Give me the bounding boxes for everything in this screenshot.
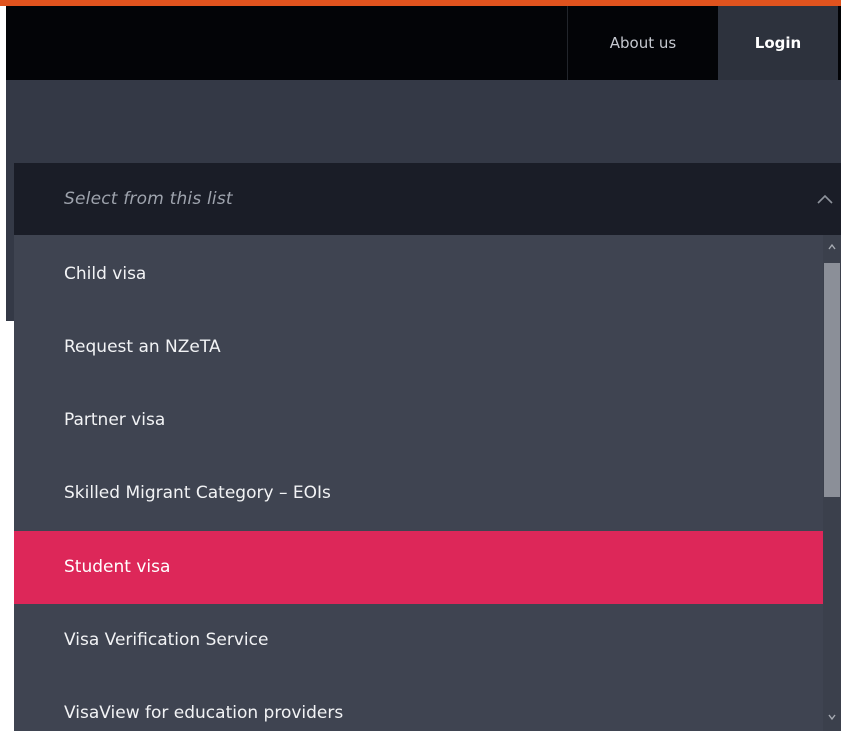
option-student-visa[interactable]: Student visa: [14, 531, 823, 604]
option-visa-verification-service[interactable]: Visa Verification Service: [14, 604, 823, 677]
chevron-up-icon[interactable]: [817, 194, 833, 204]
scroll-up-arrow-icon[interactable]: [823, 241, 841, 253]
page: About us Login Select from this list Chi…: [0, 0, 841, 731]
nav-login-button[interactable]: Login: [718, 6, 838, 80]
visa-select-dropdown[interactable]: Select from this list: [14, 163, 841, 235]
option-child-visa[interactable]: Child visa: [14, 238, 823, 311]
dropdown-scrollbar[interactable]: [823, 235, 841, 731]
option-visaview-education-providers[interactable]: VisaView for education providers: [14, 677, 823, 731]
select-placeholder: Select from this list: [64, 189, 233, 209]
option-partner-visa[interactable]: Partner visa: [14, 384, 823, 457]
dropdown-options-list: Child visa Request an NZeTA Partner visa…: [14, 235, 823, 731]
option-request-nzeta[interactable]: Request an NZeTA: [14, 311, 823, 384]
nav-about-us-link[interactable]: About us: [567, 6, 718, 80]
option-skilled-migrant-eois[interactable]: Skilled Migrant Category – EOIs: [14, 457, 823, 530]
scroll-down-arrow-icon[interactable]: [823, 711, 841, 723]
scrollbar-thumb[interactable]: [824, 263, 840, 497]
